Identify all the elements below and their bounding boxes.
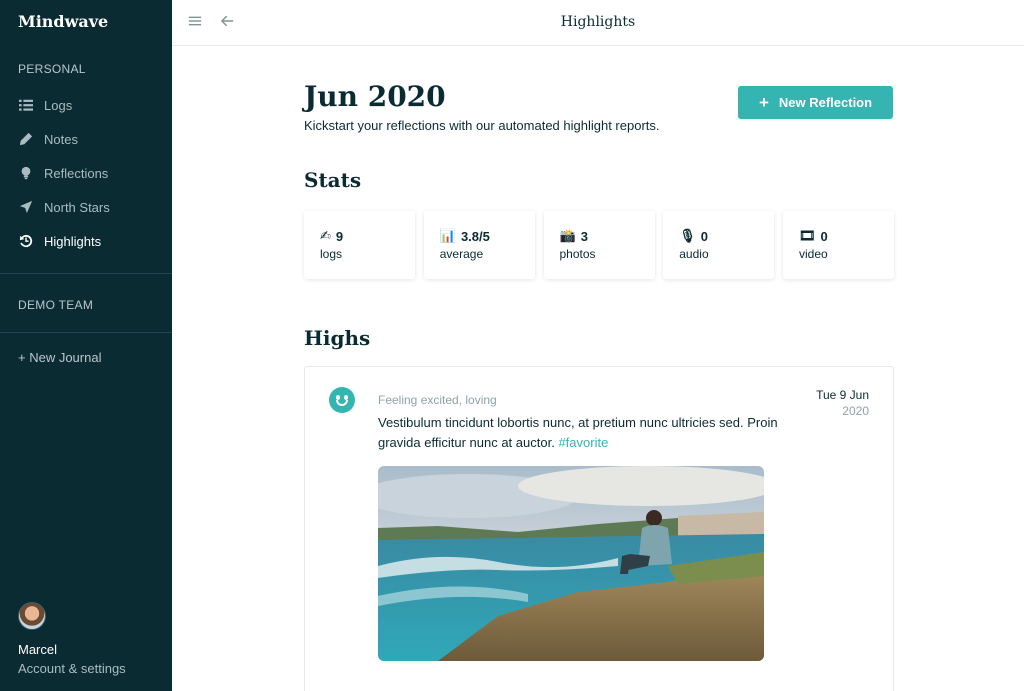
brand-logo[interactable]: Mindwave [18,12,108,31]
account-settings-link[interactable]: Account & settings [18,661,126,676]
stat-label: photos [559,247,596,261]
stat-value: 9 [335,229,344,244]
stats-row: ✍ 9 logs 📊 3.8/5 average 📸 3 photos 🎙 0 audi… [304,211,894,279]
stat-card-photos: 📸 3 photos [543,211,655,279]
stat-value: 0 [820,229,828,244]
new-reflection-button[interactable]: + New Reflection [738,86,893,119]
sidebar-item-highlights[interactable]: Highlights [0,224,172,258]
stat-label: audio [679,247,709,261]
pen-icon [18,131,34,147]
film-frames-icon: 🎞 [799,229,816,244]
sidebar-item-label: Reflections [44,165,109,181]
stat-label: video [799,247,828,261]
camera-flash-icon: 📸 [559,229,576,244]
new-reflection-label: New Reflection [778,95,873,110]
section-demo-team[interactable]: DEMO TEAM [18,298,93,312]
entry-feeling: Feeling excited, loving [378,393,497,407]
sidebar: Mindwave PERSONAL Logs Notes Reflections… [0,0,172,691]
bar-chart-icon: 📊 [439,229,456,244]
stat-label: average [439,247,484,261]
stat-card-logs: ✍ 9 logs [304,211,415,279]
sidebar-item-reflections[interactable]: Reflections [0,156,172,190]
stat-label: logs [320,247,343,261]
stat-card-audio: 🎙 0 audio [663,211,775,279]
sidebar-item-label: Notes [44,131,78,147]
sidebar-divider [0,332,172,333]
avatar[interactable] [18,602,46,630]
highs-heading: Highs [304,326,371,350]
topbar: Highlights [172,0,1024,46]
location-arrow-icon [18,199,34,215]
page-subtitle: Kickstart your reflections with our auto… [304,118,660,133]
new-journal-button[interactable]: + New Journal [18,350,101,365]
sidebar-item-label: Logs [44,97,73,113]
highlight-entry-card[interactable]: Feeling excited, loving Vestibulum tinci… [304,366,894,691]
plus-icon: + [758,93,769,112]
page-title: Jun 2020 [304,80,446,113]
stat-value: 0 [700,229,708,244]
microphone-icon: 🎙 [679,229,696,244]
stat-value: 3 [580,229,588,244]
history-icon [18,233,34,249]
entry-date: Tue 9 Jun [816,388,869,402]
sidebar-item-label: North Stars [44,199,110,215]
entry-photo[interactable] [378,466,764,661]
page-header-title: Highlights [560,14,636,30]
writing-hand-icon: ✍ [320,229,331,244]
sidebar-nav: Logs Notes Reflections North Stars Highl… [0,88,172,258]
entry-tag-link[interactable]: #favorite [558,435,608,450]
user-panel[interactable]: Marcel Account & settings [18,602,126,676]
sidebar-item-notes[interactable]: Notes [0,122,172,156]
stat-card-video: 🎞 0 video [783,211,894,279]
sidebar-item-north-stars[interactable]: North Stars [0,190,172,224]
stat-value: 3.8/5 [460,229,490,244]
lightbulb-icon [18,165,34,181]
sidebar-item-label: Highlights [44,233,102,249]
stat-card-average: 📊 3.8/5 average [423,211,535,279]
smiley-face-icon [329,387,355,413]
sidebar-item-logs[interactable]: Logs [0,88,172,122]
section-personal: PERSONAL [18,62,86,76]
user-name: Marcel [18,642,58,657]
entry-text: Vestibulum tincidunt lobortis nunc, at p… [378,413,778,453]
sidebar-divider [0,273,172,274]
stats-heading: Stats [304,168,362,192]
list-icon [18,97,34,113]
entry-year: 2020 [842,404,869,418]
